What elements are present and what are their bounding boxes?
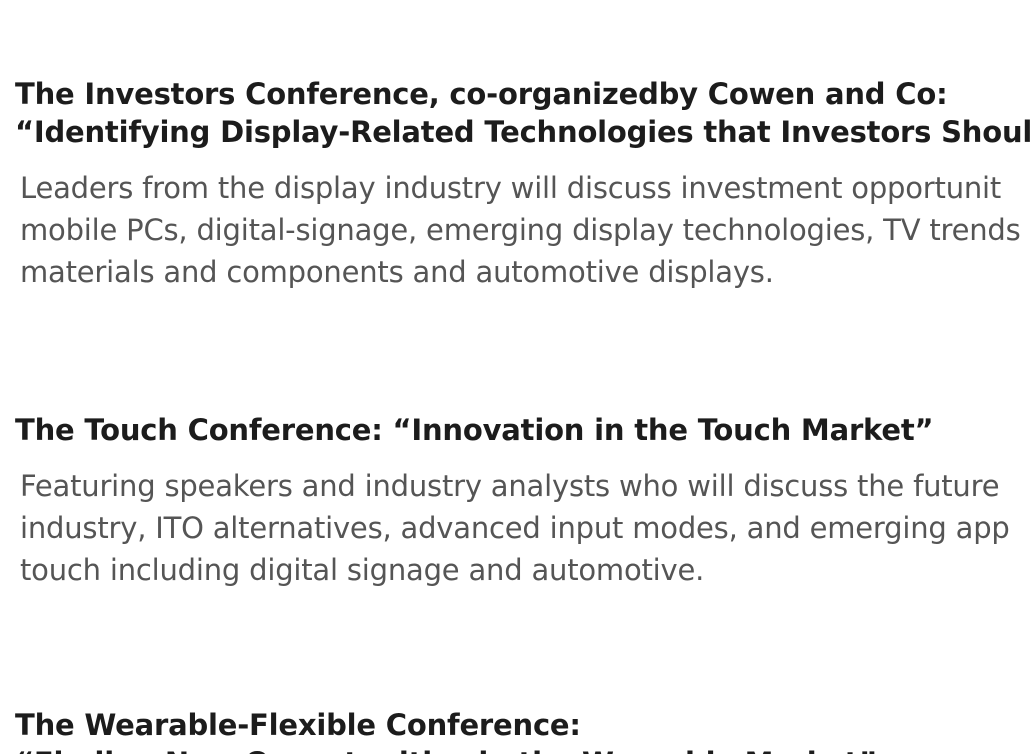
description-line: mobile PCs, digital-signage, emerging di… <box>20 213 1021 247</box>
heading-line: The Investors Conference, co-organizedby… <box>15 77 948 111</box>
description-line: Featuring speakers and industry analysts… <box>20 469 1000 503</box>
wearable-flexible-conference-heading: The Wearable-Flexible Conference: “Findi… <box>15 706 1033 754</box>
investors-conference-section: The Investors Conference, co-organizedby… <box>15 75 1033 293</box>
touch-conference-description: Featuring speakers and industry analysts… <box>15 465 1033 591</box>
investors-conference-description: Leaders from the display industry will d… <box>15 167 1033 293</box>
touch-conference-section: The Touch Conference: “Innovation in the… <box>15 411 1033 591</box>
conference-list-page: The Investors Conference, co-organizedby… <box>0 0 1033 754</box>
description-line: industry, ITO alternatives, advanced inp… <box>20 511 1010 545</box>
description-line: Leaders from the display industry will d… <box>20 171 1002 205</box>
heading-line: “Identifying Display-Related Technologie… <box>15 115 1033 149</box>
touch-conference-heading: The Touch Conference: “Innovation in the… <box>15 411 1033 449</box>
heading-line: “Finding New Opportunities in the Wearab… <box>15 744 1033 754</box>
description-line: materials and components and automotive … <box>20 255 774 289</box>
description-line: touch including digital signage and auto… <box>20 553 705 587</box>
wearable-flexible-conference-section: The Wearable-Flexible Conference: “Findi… <box>15 706 1033 754</box>
heading-line: The Wearable-Flexible Conference: <box>15 708 581 742</box>
investors-conference-heading: The Investors Conference, co-organizedby… <box>15 75 1033 151</box>
heading-line: The Touch Conference: “Innovation in the… <box>15 413 934 447</box>
